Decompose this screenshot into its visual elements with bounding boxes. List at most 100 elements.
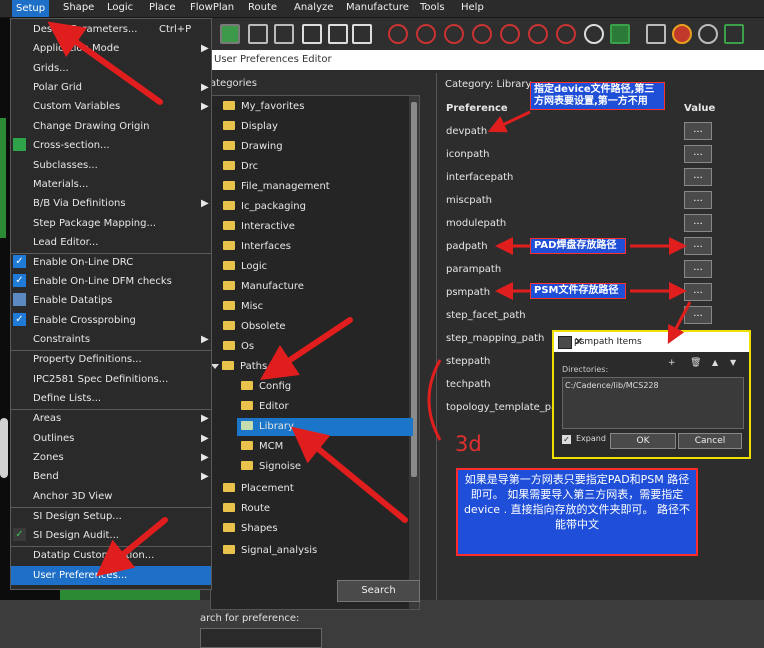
directory-entry[interactable]: C:/Cadence/lib/MCS228 bbox=[565, 381, 659, 390]
swap-icon[interactable] bbox=[328, 24, 348, 44]
move-down-icon[interactable]: ▼ bbox=[730, 358, 736, 367]
component-icon[interactable] bbox=[274, 24, 294, 44]
iconpath-value-button[interactable]: ... bbox=[684, 145, 712, 163]
layer-icon[interactable] bbox=[220, 24, 240, 44]
menu-item-custom-variables[interactable]: Custom Variables ▶ bbox=[11, 97, 211, 116]
cancel-button[interactable]: Cancel bbox=[678, 433, 742, 449]
color-icon[interactable] bbox=[672, 24, 692, 44]
new-item-icon[interactable]: + bbox=[668, 358, 676, 368]
menu-item-step-package-mapping[interactable]: Step Package Mapping... bbox=[11, 214, 211, 233]
category-tree[interactable]: My_favorites Display Drawing Drc File_ma… bbox=[210, 95, 420, 610]
tree-node[interactable]: Signal_analysis bbox=[223, 542, 317, 560]
menu-item-grids[interactable]: Grids... bbox=[11, 59, 211, 78]
menu-item-design-parameters[interactable]: Design Parameters... Ctrl+P bbox=[11, 20, 211, 39]
tree-node[interactable]: My_favorites bbox=[223, 98, 304, 116]
menu-item-change-drawing-origin[interactable]: Change Drawing Origin bbox=[11, 117, 211, 136]
directory-list[interactable]: C:/Cadence/lib/MCS228 bbox=[562, 377, 744, 429]
menu-item-zones[interactable]: Zones ▶ bbox=[11, 448, 211, 467]
interfacepath-value-button[interactable]: ... bbox=[684, 168, 712, 186]
zoom-search-icon[interactable] bbox=[444, 24, 464, 44]
tree-node[interactable]: Manufacture bbox=[223, 278, 304, 296]
menu-item-areas[interactable]: Areas ▶ bbox=[11, 409, 211, 428]
menu-item-property-definitions[interactable]: Property Definitions... bbox=[11, 350, 211, 369]
tree-node[interactable]: File_management bbox=[223, 178, 330, 196]
zoom-out-icon[interactable] bbox=[500, 24, 520, 44]
search-input[interactable] bbox=[200, 628, 322, 648]
menu-analyze[interactable]: Analyze bbox=[294, 2, 333, 13]
step-facet-path-value-button[interactable]: ... bbox=[684, 306, 712, 324]
tree-node[interactable]: Shapes bbox=[223, 520, 278, 538]
menu-route[interactable]: Route bbox=[248, 2, 277, 13]
menu-item-polar-grid[interactable]: Polar Grid ▶ bbox=[11, 78, 211, 97]
visibility-icon[interactable] bbox=[698, 24, 718, 44]
menu-help[interactable]: Help bbox=[461, 2, 484, 13]
menu-item-constraints[interactable]: Constraints ▶ bbox=[11, 330, 211, 349]
delete-icon[interactable]: 🗑 bbox=[690, 358, 701, 368]
zoom-previous-icon[interactable] bbox=[528, 24, 548, 44]
tree-node[interactable]: Route bbox=[223, 500, 270, 518]
refresh-icon[interactable] bbox=[584, 24, 604, 44]
menu-item-enable-crossprobing[interactable]: ✓ Enable Crossprobing bbox=[11, 311, 211, 330]
menu-item-enable-online-dfm[interactable]: ✓ Enable On-Line DFM checks bbox=[11, 272, 211, 291]
tree-node[interactable]: Drc bbox=[223, 158, 258, 176]
expand-arrow-icon[interactable] bbox=[211, 363, 219, 369]
tree-node[interactable]: Editor bbox=[241, 398, 289, 416]
menu-item-ipc2581-spec[interactable]: IPC2581 Spec Definitions... bbox=[11, 370, 211, 389]
zoom-fit-icon[interactable] bbox=[416, 24, 436, 44]
menu-tools[interactable]: Tools bbox=[420, 2, 445, 13]
tree-node[interactable]: Ic_packaging bbox=[223, 198, 306, 216]
tree-node[interactable]: Interactive bbox=[223, 218, 295, 236]
tree-node[interactable]: Interfaces bbox=[223, 238, 291, 256]
menu-item-si-design-setup[interactable]: SI Design Setup... bbox=[11, 507, 211, 526]
menu-setup[interactable]: Setup bbox=[12, 0, 50, 17]
menu-item-materials[interactable]: Materials... bbox=[11, 175, 211, 194]
menu-item-user-preferences[interactable]: User Preferences... bbox=[11, 566, 211, 585]
expand-checkbox[interactable]: ✓ bbox=[562, 435, 571, 444]
route-icon[interactable] bbox=[302, 24, 322, 44]
menu-item-cross-section[interactable]: Cross-section... bbox=[11, 136, 211, 155]
sort-icon[interactable] bbox=[352, 24, 372, 44]
tree-node[interactable]: Logic bbox=[223, 258, 267, 276]
search-button[interactable]: Search bbox=[337, 580, 420, 602]
move-up-icon[interactable]: ▲ bbox=[712, 358, 718, 367]
zoom-world-icon[interactable] bbox=[556, 24, 576, 44]
layers-icon[interactable] bbox=[724, 24, 744, 44]
menu-place[interactable]: Place bbox=[149, 2, 176, 13]
miscpath-value-button[interactable]: ... bbox=[684, 191, 712, 209]
tree-node[interactable]: Drawing bbox=[223, 138, 283, 156]
menu-item-subclasses[interactable]: Subclasses... bbox=[11, 156, 211, 175]
menu-item-application-mode[interactable]: Application Mode ▶ bbox=[11, 39, 211, 58]
menu-item-si-design-audit[interactable]: ✓ SI Design Audit... bbox=[11, 526, 211, 545]
menu-item-lead-editor[interactable]: Lead Editor... bbox=[11, 233, 211, 252]
menu-flowplan[interactable]: FlowPlan bbox=[190, 2, 234, 13]
tree-node[interactable]: Config bbox=[241, 378, 291, 396]
tree-node[interactable]: Os bbox=[223, 338, 254, 356]
tree-node[interactable]: Display bbox=[223, 118, 278, 136]
close-icon[interactable]: ✕ bbox=[574, 332, 745, 352]
zoom-in-icon[interactable] bbox=[472, 24, 492, 44]
parampath-value-button[interactable]: ... bbox=[684, 260, 712, 278]
stop-icon[interactable] bbox=[388, 24, 408, 44]
psmpath-value-button[interactable]: ... bbox=[684, 283, 712, 301]
menu-logic[interactable]: Logic bbox=[107, 2, 133, 13]
tree-node-library-selected[interactable]: Library bbox=[237, 418, 413, 436]
ok-button[interactable]: OK bbox=[610, 433, 676, 449]
tree-node[interactable]: Placement bbox=[223, 480, 294, 498]
tree-node[interactable]: Obsolete bbox=[223, 318, 286, 336]
menu-item-bend[interactable]: Bend ▶ bbox=[11, 467, 211, 486]
tree-node[interactable]: Signoise bbox=[241, 458, 301, 476]
padpath-value-button[interactable]: ... bbox=[684, 237, 712, 255]
menu-item-enable-datatips[interactable]: Enable Datatips bbox=[11, 291, 211, 310]
menu-shape[interactable]: Shape bbox=[63, 2, 94, 13]
menu-item-define-lists[interactable]: Define Lists... bbox=[11, 389, 211, 408]
devpath-value-button[interactable]: ... bbox=[684, 122, 712, 140]
grid-icon[interactable] bbox=[646, 24, 666, 44]
menu-item-datatip-customization[interactable]: Datatip Customization... bbox=[11, 546, 211, 565]
modulepath-value-button[interactable]: ... bbox=[684, 214, 712, 232]
menu-manufacture[interactable]: Manufacture bbox=[346, 2, 409, 13]
chip-icon[interactable] bbox=[248, 24, 268, 44]
menu-item-anchor-3d-view[interactable]: Anchor 3D View bbox=[11, 487, 211, 506]
menu-item-outlines[interactable]: Outlines ▶ bbox=[11, 429, 211, 448]
tree-scrollbar[interactable] bbox=[409, 96, 419, 609]
tree-node[interactable]: MCM bbox=[241, 438, 283, 456]
